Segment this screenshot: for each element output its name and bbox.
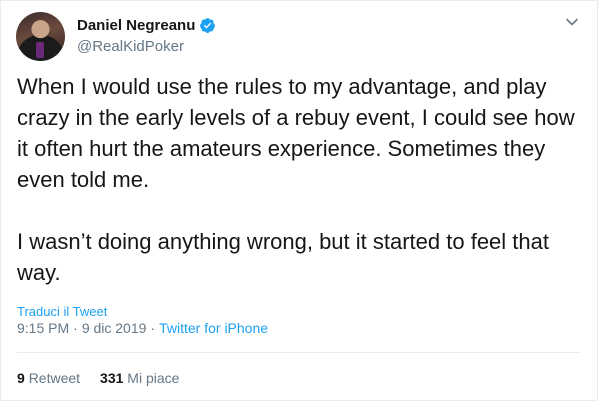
likes-count: 331 xyxy=(100,370,124,386)
divider xyxy=(17,352,581,353)
likes-stat[interactable]: 331 Mi piace xyxy=(100,370,179,386)
display-name[interactable]: Daniel Negreanu xyxy=(77,17,195,34)
retweets-stat[interactable]: 9 Retweet xyxy=(17,370,80,386)
tweet-stats: 9 Retweet 331 Mi piace xyxy=(17,370,179,386)
chevron-down-icon[interactable] xyxy=(565,15,579,29)
tweet-date[interactable]: 9 dic 2019 xyxy=(82,320,147,336)
avatar[interactable] xyxy=(16,12,65,61)
meta-separator: · xyxy=(73,320,78,336)
author-name-row: Daniel Negreanu xyxy=(77,17,216,34)
tweet-time[interactable]: 9:15 PM xyxy=(17,320,69,336)
avatar-detail xyxy=(36,42,44,58)
likes-label: Mi piace xyxy=(127,370,180,386)
translate-tweet-link[interactable]: Traduci il Tweet xyxy=(17,304,107,319)
tweet-card: Daniel Negreanu @RealKidPoker When I wou… xyxy=(0,0,598,401)
author-handle[interactable]: @RealKidPoker xyxy=(77,38,184,55)
retweets-label: Retweet xyxy=(28,370,81,386)
verified-badge-icon xyxy=(200,18,216,33)
tweet-meta: 9:15 PM · 9 dic 2019 · Twitter for iPhon… xyxy=(17,320,268,336)
retweets-count: 9 xyxy=(17,370,25,386)
meta-separator: · xyxy=(150,320,156,336)
tweet-text: When I would use the rules to my advanta… xyxy=(17,74,575,285)
tweet-source-link[interactable]: Twitter for iPhone xyxy=(159,320,268,336)
